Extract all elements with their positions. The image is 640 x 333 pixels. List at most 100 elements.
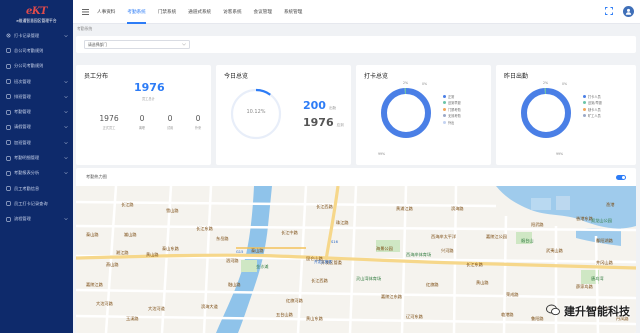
module-tabs: 人事资料 考勤系统 门禁系统 通道式系统 访客系统 会议管理 系统管理: [91, 0, 308, 24]
map-label: 海景公园: [376, 246, 393, 251]
module-tab[interactable]: 人事资料: [91, 0, 121, 24]
sidebar-item[interactable]: 考勤明细管理: [0, 150, 73, 165]
map-label: 嘉陵江公园: [486, 234, 507, 239]
employee-stat-external: 0 外来: [194, 114, 202, 130]
module-tab[interactable]: 门禁系统: [152, 0, 182, 24]
map-label: 双龙山公园: [591, 218, 612, 223]
attendance-heatmap-card: 考勤热力图 长江路 雪山路 长江东路 泰山路 嵩山路 黄山路 湘江路 燕山路 嘉…: [76, 168, 636, 333]
sidebar-item[interactable]: 班次管理: [0, 74, 73, 89]
expected-stat: 1976 应到: [303, 116, 344, 129]
sidebar-item[interactable]: 员工打卡记录查询: [0, 196, 73, 211]
city-map[interactable]: 长江路 雪山路 长江东路 泰山路 嵩山路 黄山路 湘江路 燕山路 嘉陵江路 泰山东路 融山路 泗河路大…: [76, 186, 636, 333]
module-tab[interactable]: 访客系统: [217, 0, 247, 24]
chevron-down-icon: [64, 141, 68, 145]
sidebar-item[interactable]: 加班管理: [0, 135, 73, 150]
donut-label-bottom: 99%: [378, 152, 386, 156]
present-stat: 200 出勤: [303, 99, 336, 112]
module-tab[interactable]: 考勤系统: [121, 0, 151, 24]
sidebar-item[interactable]: 员工考勤信息: [0, 181, 73, 196]
employee-stat-resigned: 0 离职: [138, 114, 146, 130]
donut-label-top: 2%: [543, 81, 549, 85]
map-label: 渔港: [606, 202, 615, 207]
map-label: 临港路: [501, 312, 514, 317]
watermark-text: 建升智能科技: [564, 305, 630, 318]
legend-swatch: [583, 107, 586, 111]
sidebar-item[interactable]: 请假管理: [0, 120, 73, 135]
clock-donut-chart: [381, 88, 431, 138]
map-label: 灵山湾体育场: [356, 276, 382, 281]
legend-swatch: [443, 101, 446, 105]
fullscreen-icon[interactable]: [605, 6, 613, 17]
sidebar-nav: 打卡记录管理总公司考勤规则分公司考勤规则 班次管理 排班管理 考勤管理 请假管理加班管理…: [0, 28, 73, 227]
wechat-icon: [546, 304, 560, 319]
employee-stat-probation: 0 试用: [166, 114, 174, 130]
sidebar-item-label: 加班管理: [14, 139, 31, 145]
map-label: 西海岸体育场: [406, 252, 432, 257]
map-label: 武夷山路: [546, 248, 563, 253]
sidebar-item[interactable]: 打卡记录管理: [0, 28, 73, 43]
employee-total: 1976: [134, 81, 165, 94]
sidebar-item[interactable]: 总公司考勤规则: [0, 43, 73, 58]
calendar-icon: [6, 94, 11, 100]
chevron-down-icon: [64, 34, 68, 38]
sidebar-item[interactable]: 考勤管理: [0, 104, 73, 119]
map-label: 大沽河路: [96, 301, 113, 306]
map-label: 五台山路: [276, 312, 293, 317]
map-label: 湘江路: [116, 250, 129, 255]
module-tab[interactable]: 通道式系统: [182, 0, 217, 24]
employee-total-label: 员工总计: [142, 97, 155, 101]
rule-icon: [6, 64, 11, 69]
sidebar-item[interactable]: 流程管理: [0, 212, 73, 227]
card-title: 打卡总览: [364, 73, 389, 80]
legend-swatch: [443, 94, 446, 98]
map-label: 嵩山路: [124, 232, 137, 237]
schedule-icon: [6, 79, 11, 84]
sidebar: eKT e维通智慧园区管理平台 打卡记录管理总公司考勤规则分公司考勤规则 班次管理…: [0, 0, 73, 333]
menu-toggle-icon[interactable]: [79, 0, 91, 24]
map-label: 红旗河路: [286, 298, 303, 303]
heatmap-toggle[interactable]: [616, 175, 626, 180]
map-label: 东岳路: [216, 236, 229, 241]
sidebar-item[interactable]: 分公司考勤规则: [0, 59, 73, 74]
map-label: 燕山路: [106, 262, 119, 267]
donut-segment: [521, 88, 571, 138]
clock-icon: [6, 109, 11, 115]
sidebar-item[interactable]: 考勤报表分析: [0, 166, 73, 181]
expected-label: 应到: [336, 123, 344, 127]
legend-item: 旷工人员: [583, 113, 602, 120]
avatar[interactable]: [623, 6, 634, 17]
clock-legend: 正常 迟到早退 门禁考勤 无效考勤 外出: [443, 93, 461, 126]
module-tab[interactable]: 系统管理: [278, 0, 308, 24]
present-value: 200: [303, 99, 326, 112]
legend-swatch: [583, 101, 586, 105]
sidebar-item[interactable]: 排班管理: [0, 89, 73, 104]
map-label: 融山路: [228, 282, 241, 287]
department-select-placeholder: 请选择部门: [88, 41, 107, 47]
topbar-actions: [605, 6, 640, 17]
road-badge: 开发区管委: [314, 260, 332, 264]
process-icon: [6, 217, 11, 222]
chevron-down-icon: [182, 42, 186, 47]
brand-logo: eKT e维通智慧园区管理平台: [0, 0, 73, 28]
map-label: 红旗路: [426, 282, 439, 287]
module-tab[interactable]: 会议管理: [248, 0, 278, 24]
yesterday-attendance-card: 昨日出勤 2% 0% 99% 打卡人员 迟到/早退 缺卡人员 旷工人员: [496, 65, 636, 165]
present-label: 出勤: [328, 106, 337, 110]
logo-mark: eKT: [25, 6, 48, 17]
rule-icon: [6, 48, 11, 54]
card-title: 昨日出勤: [504, 73, 529, 80]
road-badge: G15: [236, 250, 244, 254]
chevron-down-icon: [64, 217, 68, 221]
map-label: 金沙滩: [256, 264, 269, 269]
map-label: 长江东路: [196, 226, 213, 231]
department-select[interactable]: 请选择部门: [84, 40, 190, 49]
legend-label: 打卡人员: [588, 94, 601, 99]
map-label: 玉溪路: [126, 316, 139, 321]
donut-label-top-right: 0%: [422, 82, 428, 86]
map-label: 泰山东路: [162, 246, 179, 251]
card-title: 今日总览: [224, 73, 249, 80]
map-label: 鲁阳路: [531, 316, 544, 321]
today-overview-card: 今日总览 10.12% 200 出勤 1976 应到: [216, 65, 351, 165]
legend-label: 门禁考勤: [448, 107, 461, 112]
sidebar-item-label: 总公司考勤规则: [14, 47, 44, 53]
